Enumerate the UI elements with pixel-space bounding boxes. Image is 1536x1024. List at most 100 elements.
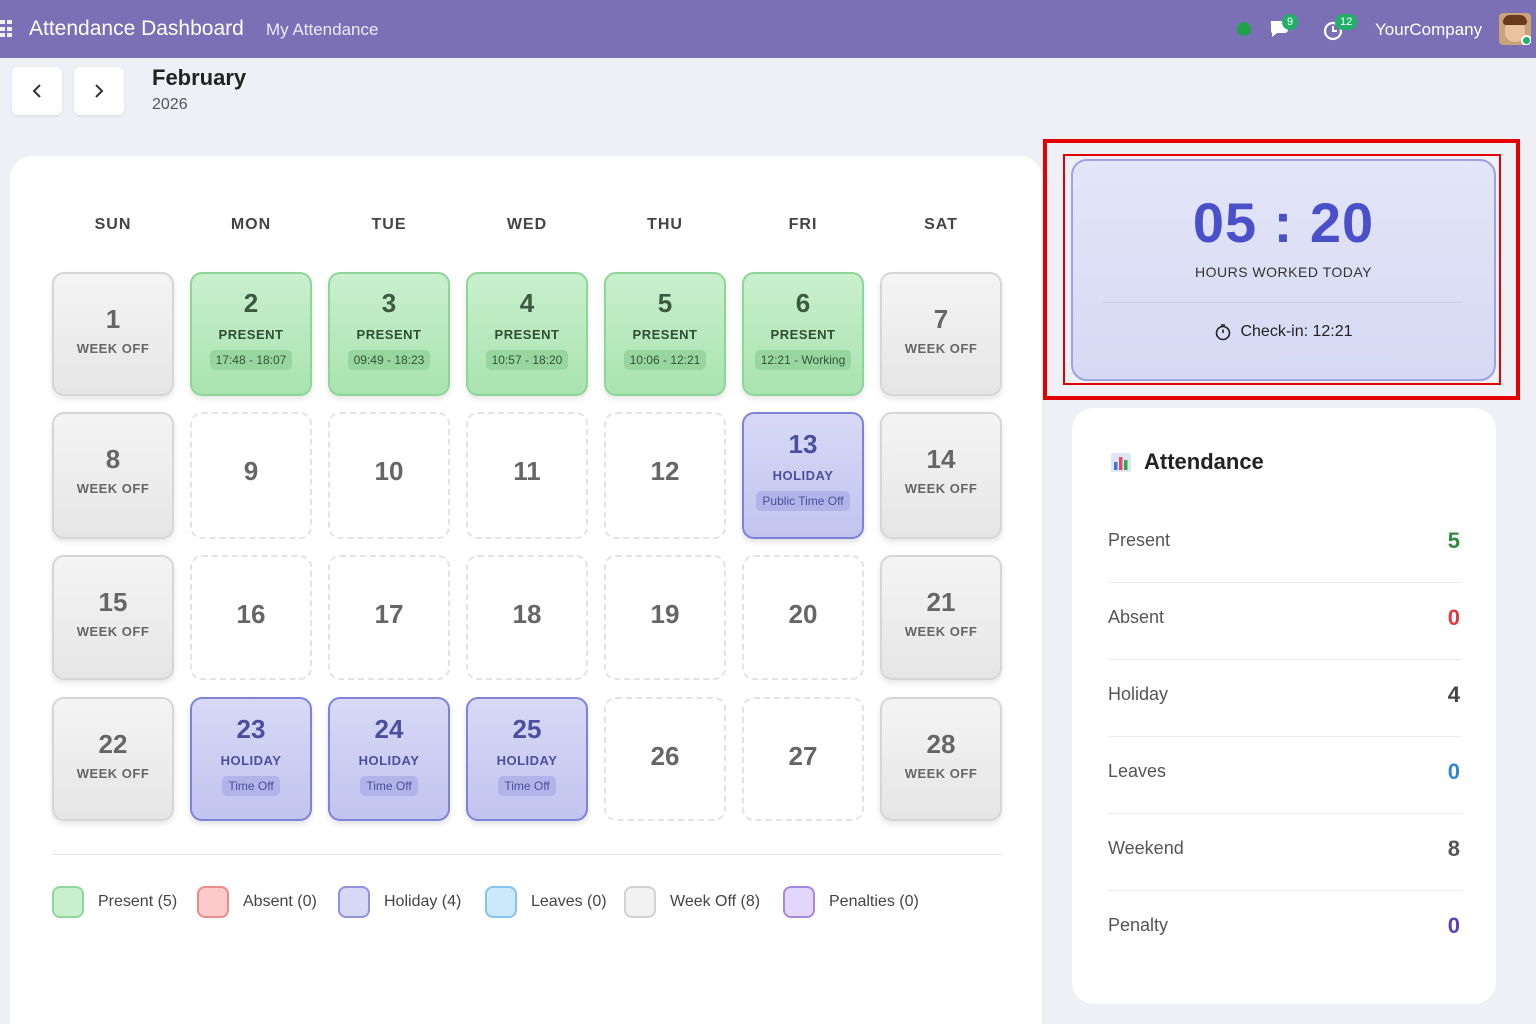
- day-cell-2[interactable]: 2 PRESENT 17:48 - 18:07: [190, 272, 312, 396]
- stat-label: Leaves: [1108, 761, 1167, 781]
- day-number: 2: [243, 288, 259, 318]
- stat-row-holiday: Holiday 4: [1108, 660, 1462, 737]
- day-cell-8[interactable]: 8 WEEK OFF: [52, 412, 174, 539]
- day-cell-17[interactable]: 17: [328, 555, 450, 680]
- day-number: 7: [933, 304, 949, 334]
- day-cell-13[interactable]: 13 HOLIDAY Public Time Off: [742, 412, 864, 539]
- day-number: 15: [98, 587, 128, 617]
- day-number: 18: [512, 599, 542, 629]
- day-cell-26[interactable]: 26: [604, 697, 726, 821]
- day-cell-10[interactable]: 10: [328, 412, 450, 539]
- stats-title-text: Attendance: [1144, 449, 1264, 474]
- status-dot-icon: [1237, 22, 1251, 36]
- day-number: 23: [236, 714, 266, 744]
- stats-title: Attendance: [1110, 449, 1264, 475]
- day-status-label: PRESENT: [494, 327, 560, 342]
- day-number: 1: [105, 304, 121, 334]
- day-cell-11[interactable]: 11: [466, 412, 588, 539]
- stat-row-weekend: Weekend 8: [1108, 814, 1462, 891]
- day-cell-19[interactable]: 19: [604, 555, 726, 680]
- stat-row-absent: Absent 0: [1108, 583, 1462, 660]
- chevron-right-icon: [95, 84, 104, 98]
- apps-menu-icon[interactable]: [0, 20, 14, 38]
- weekday-header-sun: SUN: [94, 216, 132, 233]
- day-status-label: HOLIDAY: [772, 468, 834, 483]
- weekday-header-fri: FRI: [788, 216, 818, 233]
- day-status-label: WEEK OFF: [76, 624, 150, 639]
- day-cell-4[interactable]: 4 PRESENT 10:57 - 18:20: [466, 272, 588, 396]
- day-cell-12[interactable]: 12: [604, 412, 726, 539]
- day-detail-chip: Time Off: [222, 776, 280, 796]
- day-cell-14[interactable]: 14 WEEK OFF: [880, 412, 1002, 539]
- legend-item: Week Off (8): [624, 886, 760, 918]
- stat-value: 0: [1447, 759, 1460, 784]
- user-avatar[interactable]: [1499, 13, 1531, 45]
- stat-row-leaves: Leaves 0: [1108, 737, 1462, 814]
- activity-badge: 12: [1335, 14, 1358, 30]
- day-cell-18[interactable]: 18: [466, 555, 588, 680]
- day-cell-28[interactable]: 28 WEEK OFF: [880, 697, 1002, 821]
- day-number: 4: [519, 288, 535, 318]
- stat-label: Weekend: [1108, 838, 1184, 858]
- online-indicator-icon: [1521, 35, 1531, 45]
- app-title[interactable]: Attendance Dashboard: [29, 17, 244, 41]
- day-cell-9[interactable]: 9: [190, 412, 312, 539]
- day-cell-16[interactable]: 16: [190, 555, 312, 680]
- day-cell-3[interactable]: 3 PRESENT 09:49 - 18:23: [328, 272, 450, 396]
- chevron-left-icon: [32, 84, 41, 98]
- legend-swatch: [485, 886, 517, 918]
- day-number: 10: [374, 456, 404, 486]
- day-status-label: PRESENT: [356, 327, 422, 342]
- day-cell-22[interactable]: 22 WEEK OFF: [52, 697, 174, 821]
- checkin-text: Check-in: 12:21: [1240, 323, 1353, 340]
- day-number: 8: [105, 444, 121, 474]
- day-detail-chip: Time Off: [498, 776, 556, 796]
- legend-item: Leaves (0): [485, 886, 607, 918]
- day-status-label: PRESENT: [632, 327, 698, 342]
- stat-value: 0: [1447, 913, 1460, 938]
- top-navbar: Attendance Dashboard My Attendance 9 12 …: [0, 0, 1536, 58]
- day-cell-6[interactable]: 6 PRESENT 12:21 - Working: [742, 272, 864, 396]
- day-cell-23[interactable]: 23 HOLIDAY Time Off: [190, 697, 312, 821]
- legend-item: Holiday (4): [338, 886, 461, 918]
- day-number: 9: [243, 456, 259, 486]
- day-number: 27: [788, 741, 818, 771]
- hours-worked-value: 05 : 20: [1192, 191, 1375, 254]
- activity-clock-icon[interactable]: 12: [1323, 14, 1358, 42]
- day-cell-25[interactable]: 25 HOLIDAY Time Off: [466, 697, 588, 821]
- nav-my-attendance[interactable]: My Attendance: [266, 20, 378, 40]
- day-cell-24[interactable]: 24 HOLIDAY Time Off: [328, 697, 450, 821]
- company-switcher[interactable]: YourCompany: [1375, 20, 1482, 40]
- day-cell-15[interactable]: 15 WEEK OFF: [52, 555, 174, 680]
- day-cell-27[interactable]: 27: [742, 697, 864, 821]
- day-number: 20: [788, 599, 818, 629]
- day-detail-chip: 10:06 - 12:21: [623, 350, 707, 370]
- day-number: 13: [788, 429, 818, 459]
- day-detail-chip: Public Time Off: [756, 491, 850, 511]
- next-month-button[interactable]: [74, 67, 124, 115]
- day-cell-1[interactable]: 1 WEEK OFF: [52, 272, 174, 396]
- day-status-label: WEEK OFF: [904, 481, 978, 496]
- legend-item: Absent (0): [197, 886, 317, 918]
- day-number: 22: [98, 729, 128, 759]
- day-cell-7[interactable]: 7 WEEK OFF: [880, 272, 1002, 396]
- day-status-label: WEEK OFF: [76, 481, 150, 496]
- legend-swatch: [197, 886, 229, 918]
- day-cell-20[interactable]: 20: [742, 555, 864, 680]
- day-cell-5[interactable]: 5 PRESENT 10:06 - 12:21: [604, 272, 726, 396]
- stat-value: 8: [1447, 836, 1460, 861]
- day-detail-chip: 17:48 - 18:07: [209, 350, 293, 370]
- day-number: 24: [374, 714, 404, 744]
- day-status-label: HOLIDAY: [220, 753, 282, 768]
- month-title: February: [152, 65, 247, 90]
- legend-item: Present (5): [52, 886, 177, 918]
- legend-divider: [52, 854, 1002, 855]
- chat-icon[interactable]: 9: [1268, 14, 1299, 40]
- day-cell-21[interactable]: 21 WEEK OFF: [880, 555, 1002, 680]
- checkin-info: Check-in: 12:21: [1071, 323, 1496, 341]
- day-number: 3: [381, 288, 397, 318]
- prev-month-button[interactable]: [12, 67, 62, 115]
- hours-worked-label: HOURS WORKED TODAY: [1194, 264, 1373, 280]
- weekday-header-mon: MON: [230, 216, 272, 233]
- stat-label: Penalty: [1108, 915, 1169, 935]
